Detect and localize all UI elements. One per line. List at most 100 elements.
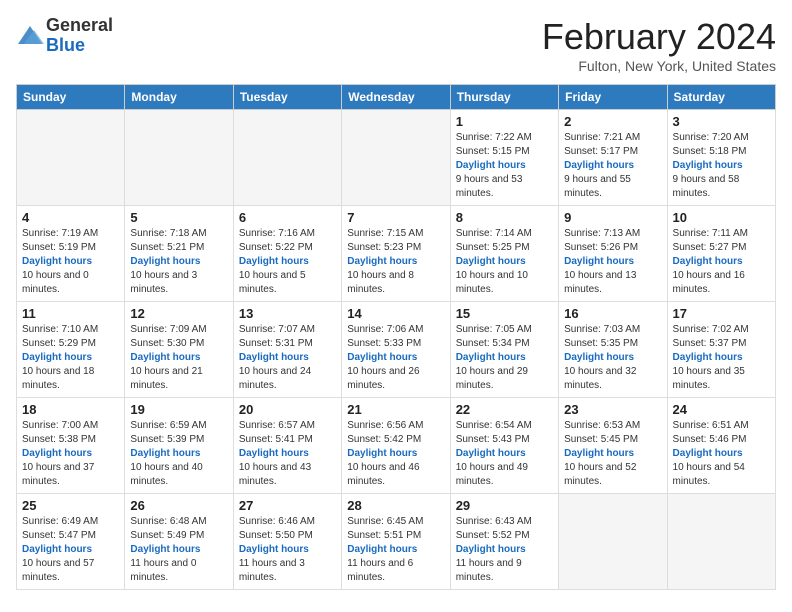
day-info: Sunrise: 6:54 AM Sunset: 5:43 PM Dayligh…	[456, 419, 553, 489]
day-info: Sunrise: 7:18 AM Sunset: 5:21 PM Dayligh…	[130, 227, 227, 297]
calendar-day-cell: 4Sunrise: 7:19 AM Sunset: 5:19 PM Daylig…	[17, 206, 125, 302]
day-number: 11	[22, 306, 119, 321]
daylight-label: Daylight hours	[564, 448, 634, 459]
calendar-day-cell: 19Sunrise: 6:59 AM Sunset: 5:39 PM Dayli…	[125, 398, 233, 494]
day-number: 1	[456, 114, 553, 129]
day-number: 5	[130, 210, 227, 225]
daylight-label: Daylight hours	[456, 256, 526, 267]
calendar-day-cell: 24Sunrise: 6:51 AM Sunset: 5:46 PM Dayli…	[667, 398, 775, 494]
logo: General Blue	[16, 16, 113, 56]
day-number: 3	[673, 114, 770, 129]
calendar-day-cell: 12Sunrise: 7:09 AM Sunset: 5:30 PM Dayli…	[125, 302, 233, 398]
daylight-label: Daylight hours	[347, 448, 417, 459]
calendar-week-row: 1 Sunrise: 7:22 AM Sunset: 5:15 PM Daylig…	[17, 110, 776, 206]
day-info: Sunrise: 7:05 AM Sunset: 5:34 PM Dayligh…	[456, 323, 553, 393]
calendar-day-cell: 21Sunrise: 6:56 AM Sunset: 5:42 PM Dayli…	[342, 398, 450, 494]
day-info: Sunrise: 7:14 AM Sunset: 5:25 PM Dayligh…	[456, 227, 553, 297]
col-friday: Friday	[559, 85, 667, 110]
day-info: Sunrise: 6:46 AM Sunset: 5:50 PM Dayligh…	[239, 515, 336, 585]
calendar-day-cell	[559, 494, 667, 590]
day-info: Sunrise: 6:53 AM Sunset: 5:45 PM Dayligh…	[564, 419, 661, 489]
daylight-label: Daylight hours	[347, 352, 417, 363]
daylight-label: Daylight hours	[22, 544, 92, 555]
logo-general-text: General	[46, 16, 113, 36]
day-number: 23	[564, 402, 661, 417]
calendar-header-row: Sunday Monday Tuesday Wednesday Thursday…	[17, 85, 776, 110]
daylight-label: Daylight hours	[239, 256, 309, 267]
daylight-label: Daylight hours	[130, 448, 200, 459]
location: Fulton, New York, United States	[542, 58, 776, 74]
calendar-day-cell: 18 Sunrise: 7:00 AM Sunset: 5:38 PM Dayli…	[17, 398, 125, 494]
daylight-label: Daylight hours	[239, 448, 309, 459]
day-number: 27	[239, 498, 336, 513]
calendar-day-cell: 8Sunrise: 7:14 AM Sunset: 5:25 PM Daylig…	[450, 206, 558, 302]
daylight-label: Daylight hours	[130, 256, 200, 267]
logo-text: General Blue	[46, 16, 113, 56]
calendar-day-cell: 10 Sunrise: 7:11 AM Sunset: 5:27 PM Dayli…	[667, 206, 775, 302]
daylight-label: Daylight hours	[673, 448, 743, 459]
calendar-day-cell	[125, 110, 233, 206]
daylight-label: Daylight hours	[130, 352, 200, 363]
day-info: Sunrise: 7:02 AM Sunset: 5:37 PM Dayligh…	[673, 323, 770, 393]
month-title: February 2024	[542, 16, 776, 58]
day-number: 28	[347, 498, 444, 513]
daylight-label: Daylight hours	[347, 544, 417, 555]
day-number: 2	[564, 114, 661, 129]
day-number: 18	[22, 402, 119, 417]
day-info: Sunrise: 7:11 AM Sunset: 5:27 PM Dayligh…	[673, 227, 770, 297]
day-info: Sunrise: 7:00 AM Sunset: 5:38 PM Dayligh…	[22, 419, 119, 489]
day-number: 6	[239, 210, 336, 225]
day-info: Sunrise: 7:21 AM Sunset: 5:17 PM Dayligh…	[564, 131, 661, 201]
calendar-day-cell: 20Sunrise: 6:57 AM Sunset: 5:41 PM Dayli…	[233, 398, 341, 494]
daylight-label: Daylight hours	[673, 160, 743, 171]
calendar-week-row: 4Sunrise: 7:19 AM Sunset: 5:19 PM Daylig…	[17, 206, 776, 302]
daylight-label: Daylight hours	[564, 160, 634, 171]
day-info: Sunrise: 7:22 AM Sunset: 5:15 PM Dayligh…	[456, 131, 553, 201]
calendar-table: Sunday Monday Tuesday Wednesday Thursday…	[16, 84, 776, 590]
day-number: 26	[130, 498, 227, 513]
day-number: 21	[347, 402, 444, 417]
day-info: Sunrise: 7:13 AM Sunset: 5:26 PM Dayligh…	[564, 227, 661, 297]
daylight-label: Daylight hours	[456, 160, 526, 171]
calendar-day-cell: 13Sunrise: 7:07 AM Sunset: 5:31 PM Dayli…	[233, 302, 341, 398]
col-sunday: Sunday	[17, 85, 125, 110]
day-number: 9	[564, 210, 661, 225]
calendar-day-cell: 7Sunrise: 7:15 AM Sunset: 5:23 PM Daylig…	[342, 206, 450, 302]
col-saturday: Saturday	[667, 85, 775, 110]
day-info: Sunrise: 6:43 AM Sunset: 5:52 PM Dayligh…	[456, 515, 553, 585]
day-number: 24	[673, 402, 770, 417]
day-number: 15	[456, 306, 553, 321]
calendar-day-cell	[17, 110, 125, 206]
calendar-week-row: 18 Sunrise: 7:00 AM Sunset: 5:38 PM Dayli…	[17, 398, 776, 494]
calendar-day-cell: 14Sunrise: 7:06 AM Sunset: 5:33 PM Dayli…	[342, 302, 450, 398]
daylight-label: Daylight hours	[673, 256, 743, 267]
calendar-day-cell: 25Sunrise: 6:49 AM Sunset: 5:47 PM Dayli…	[17, 494, 125, 590]
calendar-day-cell: 23 Sunrise: 6:53 AM Sunset: 5:45 PM Dayli…	[559, 398, 667, 494]
calendar-day-cell	[342, 110, 450, 206]
day-info: Sunrise: 7:03 AM Sunset: 5:35 PM Dayligh…	[564, 323, 661, 393]
daylight-label: Daylight hours	[456, 448, 526, 459]
logo-icon	[16, 22, 44, 50]
day-number: 4	[22, 210, 119, 225]
calendar-day-cell: 29Sunrise: 6:43 AM Sunset: 5:52 PM Dayli…	[450, 494, 558, 590]
page-header: General Blue February 2024 Fulton, New Y…	[16, 16, 776, 74]
daylight-label: Daylight hours	[456, 352, 526, 363]
col-thursday: Thursday	[450, 85, 558, 110]
calendar-day-cell: 11Sunrise: 7:10 AM Sunset: 5:29 PM Dayli…	[17, 302, 125, 398]
calendar-day-cell: 17Sunrise: 7:02 AM Sunset: 5:37 PM Dayli…	[667, 302, 775, 398]
day-number: 22	[456, 402, 553, 417]
day-info: Sunrise: 6:59 AM Sunset: 5:39 PM Dayligh…	[130, 419, 227, 489]
calendar-day-cell: 15 Sunrise: 7:05 AM Sunset: 5:34 PM Dayli…	[450, 302, 558, 398]
day-number: 13	[239, 306, 336, 321]
day-number: 16	[564, 306, 661, 321]
day-info: Sunrise: 6:48 AM Sunset: 5:49 PM Dayligh…	[130, 515, 227, 585]
day-number: 14	[347, 306, 444, 321]
daylight-label: Daylight hours	[22, 352, 92, 363]
daylight-label: Daylight hours	[564, 352, 634, 363]
calendar-day-cell: 5 Sunrise: 7:18 AM Sunset: 5:21 PM Daylig…	[125, 206, 233, 302]
calendar-day-cell: 6Sunrise: 7:16 AM Sunset: 5:22 PM Daylig…	[233, 206, 341, 302]
calendar-day-cell: 28Sunrise: 6:45 AM Sunset: 5:51 PM Dayli…	[342, 494, 450, 590]
day-number: 10	[673, 210, 770, 225]
calendar-day-cell: 22 Sunrise: 6:54 AM Sunset: 5:43 PM Dayli…	[450, 398, 558, 494]
daylight-label: Daylight hours	[673, 352, 743, 363]
